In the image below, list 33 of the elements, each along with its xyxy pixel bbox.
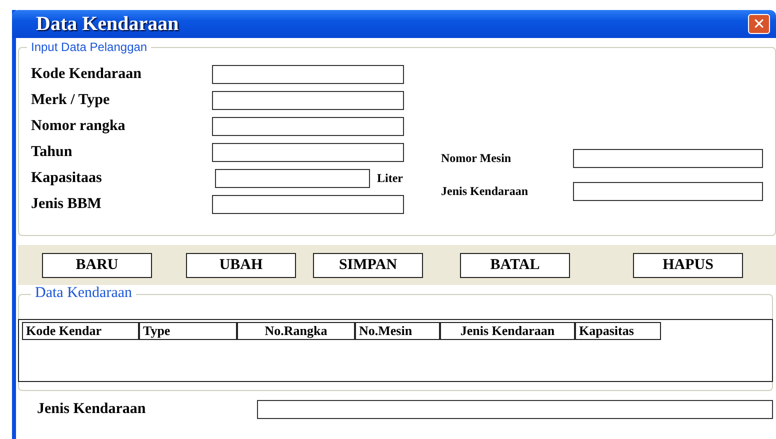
input-field[interactable] [573, 182, 763, 201]
input-field[interactable] [212, 142, 404, 162]
field-label: Jenis Kendaraan [441, 184, 530, 199]
column-header[interactable]: Kapasitas [575, 322, 661, 340]
field-label: Kapasitaas [31, 170, 103, 186]
field-label: Nomor rangka [31, 118, 126, 134]
action-button[interactable]: SIMPAN [313, 252, 423, 278]
field-label: Kode Kendaraan [31, 66, 142, 82]
action-button[interactable]: BATAL [460, 252, 570, 278]
input-field[interactable] [212, 64, 404, 84]
field-label: Jenis Kendaraan [37, 401, 147, 418]
input-field[interactable] [212, 194, 404, 214]
column-header[interactable]: Jenis Kendaraan [440, 322, 575, 340]
field-label: Merk / Type [31, 92, 111, 108]
field-label: Tahun [31, 144, 74, 160]
close-button[interactable]: ✕ [748, 14, 770, 34]
group-legend: Input Data Pelanggan [27, 40, 152, 54]
input-field[interactable] [212, 90, 404, 110]
input-field[interactable] [215, 168, 370, 188]
window-title: Data Kendaraan [36, 12, 179, 36]
field-label: Jenis BBM [31, 196, 102, 212]
action-button[interactable]: HAPUS [633, 252, 743, 278]
column-header[interactable]: Kode Kendar [22, 322, 139, 340]
column-header[interactable]: No.Rangka [237, 322, 355, 340]
input-field[interactable] [573, 149, 763, 168]
column-header[interactable]: Type [139, 322, 237, 340]
input-field[interactable] [257, 400, 773, 419]
unit-label: Liter [377, 170, 403, 186]
field-label: Nomor Mesin [441, 151, 512, 166]
action-button[interactable]: BARU [42, 252, 152, 278]
action-button[interactable]: UBAH [186, 252, 296, 278]
column-header[interactable]: No.Mesin [355, 322, 440, 340]
input-field[interactable] [212, 116, 404, 136]
